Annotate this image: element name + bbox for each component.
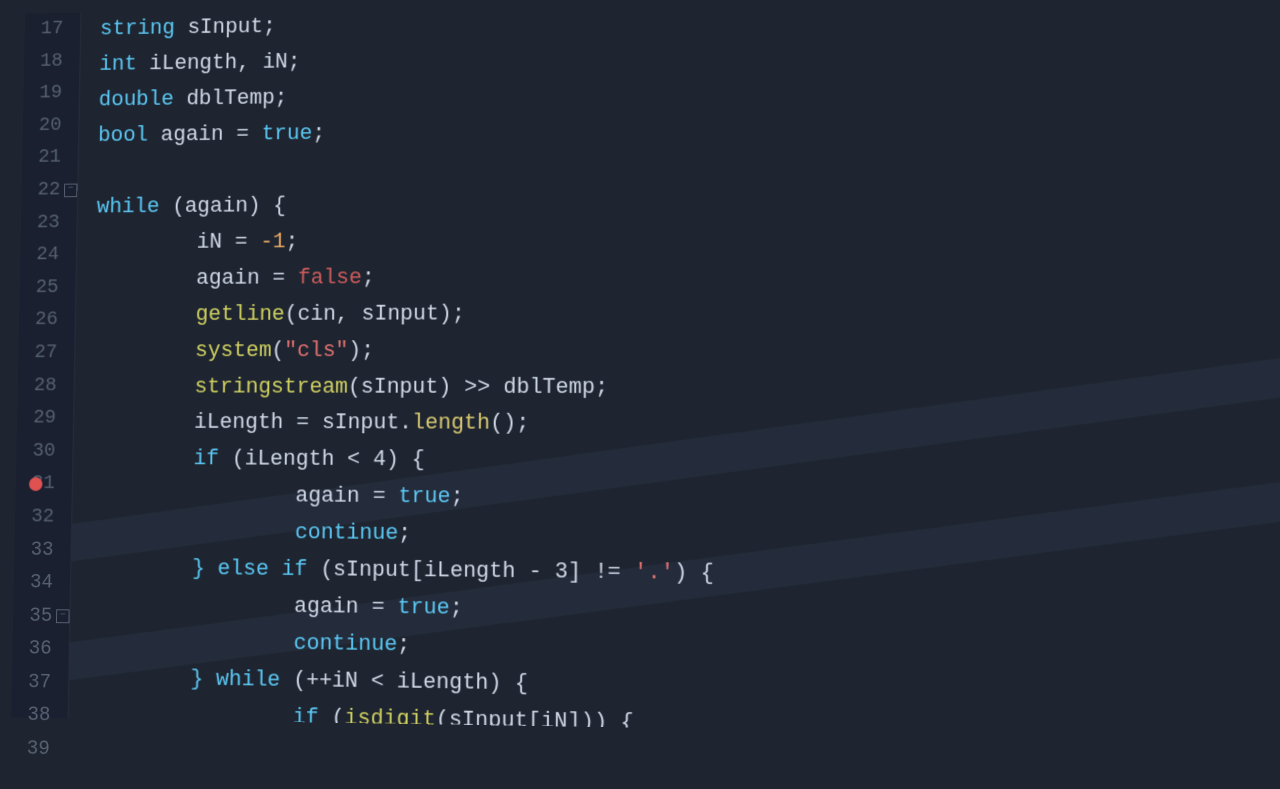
line-27: 27	[28, 337, 66, 370]
line-21: 21	[31, 142, 68, 175]
line-39: 39	[20, 733, 58, 767]
code-line-26: system("cls");	[94, 332, 1280, 370]
line-29: 29	[26, 402, 64, 435]
line-38: 38	[20, 699, 58, 733]
line-35: 35 −	[22, 600, 60, 634]
line-19: 19	[33, 77, 70, 110]
line-32: 32	[24, 501, 62, 534]
line-26: 26	[28, 304, 66, 337]
line-24: 24	[29, 239, 66, 272]
code-line-25: getline(cin, sInput);	[95, 294, 1280, 333]
line-33: 33	[24, 534, 62, 567]
line-37: 37	[21, 666, 59, 700]
line-31: 31	[25, 468, 63, 501]
line-30: 30	[26, 435, 64, 468]
editor-container: 17 18 19 20 21 22 − 23 24 25 26 27 28 29…	[11, 0, 1280, 738]
code-line-28: iLength = sInput.length();	[93, 405, 1280, 445]
fold-icon-35[interactable]: −	[56, 610, 70, 624]
code-line-24: again = false;	[95, 256, 1280, 297]
line-34: 34	[23, 567, 61, 600]
line-25: 25	[29, 271, 66, 304]
line-17: 17	[34, 13, 71, 46]
code-area: string sInput; int iLength, iN; double d…	[69, 0, 1280, 738]
code-line-27: stringstream(sInput) >> dblTemp;	[93, 369, 1280, 407]
fold-icon-22[interactable]: −	[64, 183, 77, 197]
line-23: 23	[30, 206, 67, 239]
line-36: 36	[22, 633, 60, 667]
line-20: 20	[32, 109, 69, 142]
line-28: 28	[27, 369, 65, 402]
line-18: 18	[33, 45, 70, 78]
code-line-23: iN = -1;	[96, 218, 1280, 261]
code-line-29: if (iLength < 4) {	[92, 442, 1280, 485]
breakpoint-31[interactable]	[29, 477, 43, 491]
line-22: 22 −	[31, 174, 68, 207]
